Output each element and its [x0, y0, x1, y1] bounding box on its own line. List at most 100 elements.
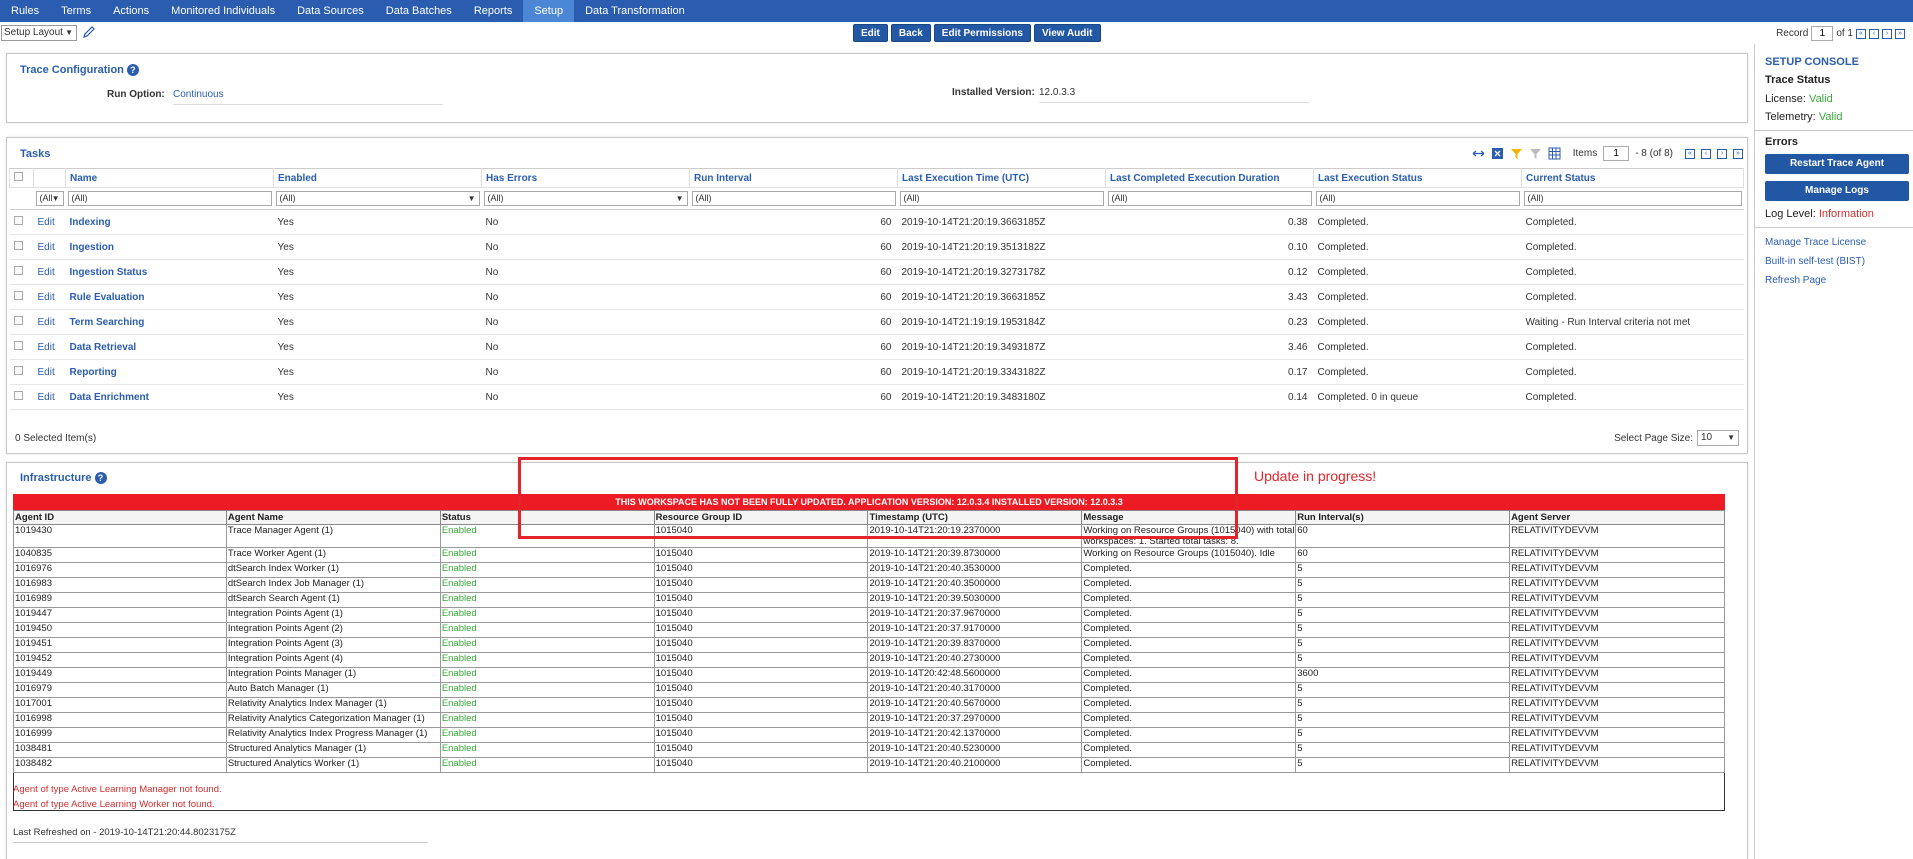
task-last-status: Completed.: [1313, 259, 1522, 285]
items-page-input[interactable]: [1603, 146, 1630, 161]
back-button[interactable]: Back: [890, 24, 931, 42]
task-name[interactable]: Indexing: [65, 209, 274, 235]
column-header-has-errors[interactable]: Has Errors: [481, 168, 690, 188]
row-checkbox[interactable]: [13, 266, 23, 275]
excel-export-icon[interactable]: [1491, 147, 1504, 160]
manage-logs-button[interactable]: Manage Logs: [1765, 181, 1909, 201]
row-checkbox[interactable]: [13, 291, 23, 300]
column-header-run-interval[interactable]: Run Interval: [689, 168, 898, 188]
license-status: License: Valid: [1765, 93, 1833, 105]
agent-id: 1019449: [13, 667, 227, 683]
prev-page-icon[interactable]: ‹: [1869, 28, 1879, 39]
filter-last-execution-status[interactable]: (All): [1315, 191, 1520, 206]
filter-name[interactable]: (All): [67, 191, 272, 206]
filter-icon[interactable]: [1510, 147, 1523, 160]
agent-server: RELATIVITYDEVVM: [1509, 622, 1725, 638]
filter-last-completed-duration[interactable]: (All): [1107, 191, 1312, 206]
log-level: Log Level: Information: [1765, 208, 1874, 220]
nav-data-transformation[interactable]: Data Transformation: [574, 0, 696, 22]
column-header-last-execution-status[interactable]: Last Execution Status: [1313, 168, 1522, 188]
nav-rules[interactable]: Rules: [0, 0, 50, 22]
agent-error-message: Agent of type Active Learning Manager no…: [13, 784, 222, 795]
bist-link[interactable]: Built-in self-test (BIST): [1765, 256, 1865, 267]
filter-edit[interactable]: (All ▼: [35, 191, 64, 206]
edit-link[interactable]: Edit: [33, 309, 66, 335]
infrastructure-title-text: Infrastructure: [20, 472, 92, 484]
nav-reports[interactable]: Reports: [463, 0, 524, 22]
first-page-icon[interactable]: «: [1685, 148, 1695, 159]
task-duration: 0.23: [1105, 309, 1314, 335]
last-page-icon[interactable]: »: [1733, 148, 1743, 159]
column-header-name[interactable]: Name: [65, 168, 274, 188]
row-checkbox[interactable]: [13, 241, 23, 250]
record-of: of 1: [1836, 28, 1853, 39]
column-header-enabled[interactable]: Enabled: [273, 168, 482, 188]
task-name[interactable]: Data Enrichment: [65, 384, 274, 410]
agent-resource-group: 1015040: [653, 742, 869, 758]
edit-link[interactable]: Edit: [33, 359, 66, 385]
help-icon[interactable]: ?: [94, 472, 107, 484]
filter-current-status[interactable]: (All): [1523, 191, 1742, 206]
agent-run-interval: 5: [1295, 712, 1511, 728]
table-row: Edit Data Retrieval Yes No 60 2019-10-14…: [9, 334, 1744, 360]
agent-status: Enabled: [439, 757, 655, 773]
edit-link[interactable]: Edit: [33, 284, 66, 310]
prev-page-icon[interactable]: ‹: [1701, 148, 1711, 159]
nav-data-batches[interactable]: Data Batches: [375, 0, 463, 22]
task-name[interactable]: Rule Evaluation: [65, 284, 274, 310]
row-checkbox[interactable]: [13, 341, 23, 350]
help-icon[interactable]: ?: [126, 64, 139, 76]
task-name[interactable]: Term Searching: [65, 309, 274, 335]
task-run-interval: 60: [689, 384, 898, 410]
select-all-checkbox[interactable]: [14, 172, 23, 181]
expand-icon[interactable]: [1472, 147, 1485, 160]
layout-select[interactable]: Setup Layout ▼: [1, 25, 77, 41]
refresh-page-link[interactable]: Refresh Page: [1765, 275, 1826, 286]
view-audit-button[interactable]: View Audit: [1033, 24, 1101, 42]
agent-run-interval: 5: [1295, 727, 1511, 743]
edit-column-header: [33, 168, 66, 188]
task-current-status: Completed.: [1521, 359, 1744, 385]
nav-terms[interactable]: Terms: [50, 0, 102, 22]
manage-trace-license-link[interactable]: Manage Trace License: [1765, 237, 1866, 248]
task-name[interactable]: Data Retrieval: [65, 334, 274, 360]
filter-has-errors[interactable]: (All) ▼: [483, 191, 688, 206]
column-header-last-completed-duration[interactable]: Last Completed Execution Duration: [1105, 168, 1314, 188]
filter-enabled[interactable]: (All) ▼: [275, 191, 480, 206]
pencil-icon[interactable]: [82, 25, 96, 39]
nav-monitored-individuals[interactable]: Monitored Individuals: [160, 0, 286, 22]
row-checkbox[interactable]: [13, 366, 23, 375]
columns-icon[interactable]: [1548, 147, 1561, 160]
task-name[interactable]: Ingestion: [65, 234, 274, 260]
row-checkbox[interactable]: [13, 391, 23, 400]
edit-permissions-button[interactable]: Edit Permissions: [933, 24, 1031, 42]
row-checkbox[interactable]: [13, 316, 23, 325]
edit-link[interactable]: Edit: [33, 259, 66, 285]
clear-filter-icon[interactable]: [1529, 147, 1542, 160]
column-header-last-execution-time[interactable]: Last Execution Time (UTC): [897, 168, 1106, 188]
first-page-icon[interactable]: «: [1856, 28, 1866, 39]
filter-last-execution-time[interactable]: (All): [899, 191, 1104, 206]
column-header-current-status[interactable]: Current Status: [1521, 168, 1744, 188]
restart-trace-agent-button[interactable]: Restart Trace Agent: [1765, 154, 1909, 174]
next-page-icon[interactable]: ›: [1717, 148, 1727, 159]
agent-server: RELATIVITYDEVVM: [1509, 697, 1725, 713]
edit-link[interactable]: Edit: [33, 234, 66, 260]
edit-link[interactable]: Edit: [33, 209, 66, 235]
nav-data-sources[interactable]: Data Sources: [286, 0, 375, 22]
nav-setup[interactable]: Setup: [523, 0, 575, 22]
page-size-select[interactable]: 10 ▼: [1697, 430, 1739, 446]
edit-button[interactable]: Edit: [853, 24, 888, 42]
edit-link[interactable]: Edit: [33, 334, 66, 360]
last-page-icon[interactable]: »: [1895, 28, 1905, 39]
nav-actions[interactable]: Actions: [102, 0, 160, 22]
task-name[interactable]: Ingestion Status: [65, 259, 274, 285]
row-checkbox[interactable]: [13, 216, 23, 225]
task-name[interactable]: Reporting: [65, 359, 274, 385]
edit-link[interactable]: Edit: [33, 384, 66, 410]
next-page-icon[interactable]: ›: [1882, 28, 1892, 39]
record-input[interactable]: [1811, 26, 1834, 41]
agent-error-message: Agent of type Active Learning Worker not…: [13, 799, 215, 810]
items-range: - 8 (of 8): [1635, 148, 1673, 159]
filter-run-interval[interactable]: (All): [691, 191, 896, 206]
